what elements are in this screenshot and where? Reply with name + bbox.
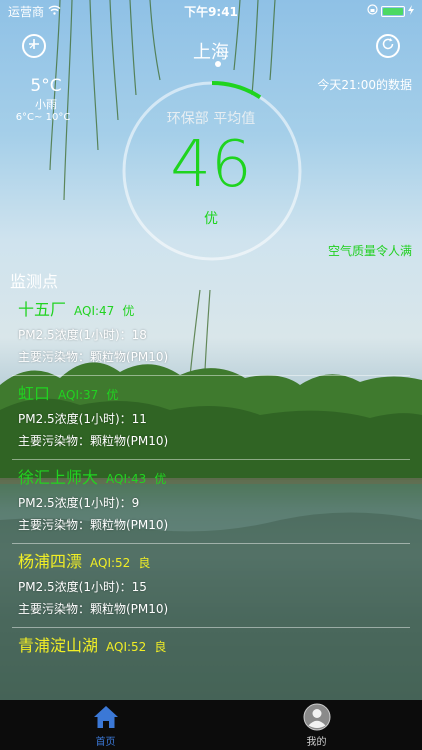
- data-timestamp: 今天21:00的数据: [317, 78, 412, 92]
- station-item[interactable]: 十五厂 AQI:47 优 PM2.5浓度(1小时)：18 主要污染物：颗粒物(P…: [12, 292, 410, 376]
- station-name: 青浦淀山湖: [18, 636, 99, 655]
- profile-icon: [303, 703, 330, 730]
- section-title: 监测点: [10, 272, 59, 291]
- station-aqi: AQI:37: [58, 388, 99, 402]
- aqi-value: 46: [170, 128, 252, 202]
- station-name: 杨浦四漂: [18, 552, 83, 571]
- station-pm25: PM2.5浓度(1小时)：9: [18, 496, 140, 510]
- station-aqi: AQI:52: [106, 640, 147, 654]
- gauge-label: 环保部 平均值: [166, 111, 256, 127]
- station-level: 良: [138, 556, 151, 570]
- station-aqi: AQI:43: [106, 472, 147, 486]
- tab-mine-label: 我的: [306, 736, 327, 748]
- tab-bar: 首页 我的: [0, 700, 422, 750]
- city-title: 上海: [193, 42, 229, 63]
- station-name: 十五厂: [18, 300, 67, 319]
- station-list: 十五厂 AQI:47 优 PM2.5浓度(1小时)：18 主要污染物：颗粒物(P…: [0, 292, 422, 712]
- station-item[interactable]: 杨浦四漂 AQI:52 良 PM2.5浓度(1小时)：15 主要污染物：颗粒物(…: [12, 544, 410, 628]
- quality-note: 空气质量令人满: [327, 244, 412, 258]
- station-pollutant: 主要污染物：颗粒物(PM10): [18, 602, 169, 616]
- station-name: 徐汇上师大: [18, 468, 99, 487]
- aqi-level: 优: [204, 211, 218, 227]
- station-aqi: AQI:47: [74, 304, 115, 318]
- station-aqi: AQI:52: [90, 556, 131, 570]
- status-time: 下午9:41: [184, 4, 238, 19]
- station-pollutant: 主要污染物：颗粒物(PM10): [18, 350, 169, 364]
- station-pm25: PM2.5浓度(1小时)：11: [18, 412, 147, 426]
- tab-home[interactable]: 首页: [0, 700, 211, 750]
- station-level: 良: [154, 640, 167, 654]
- station-pm25: PM2.5浓度(1小时)：15: [18, 580, 147, 594]
- station-level: 优: [106, 388, 119, 402]
- tab-mine[interactable]: 我的: [211, 700, 422, 750]
- weather-temp: 5°C: [30, 76, 62, 96]
- station-pollutant: 主要污染物：颗粒物(PM10): [18, 434, 169, 448]
- status-bar: 运营商 下午9:41: [0, 0, 422, 22]
- home-icon: [93, 705, 118, 728]
- gauge-progress-arc: [211, 81, 262, 99]
- station-pm25: PM2.5浓度(1小时)：18: [18, 328, 147, 342]
- station-pollutant: 主要污染物：颗粒物(PM10): [18, 518, 169, 532]
- refresh-icon: [381, 37, 395, 55]
- page-indicator: [215, 61, 221, 67]
- tab-home-label: 首页: [95, 736, 116, 748]
- station-level: 优: [154, 472, 167, 486]
- station-name: 虹口: [18, 384, 51, 403]
- refresh-button[interactable]: [376, 34, 400, 58]
- station-level: 优: [122, 304, 135, 318]
- station-item[interactable]: 虹口 AQI:37 优 PM2.5浓度(1小时)：11 主要污染物：颗粒物(PM…: [12, 376, 410, 460]
- station-item[interactable]: 徐汇上师大 AQI:43 优 PM2.5浓度(1小时)：9 主要污染物：颗粒物(…: [12, 460, 410, 544]
